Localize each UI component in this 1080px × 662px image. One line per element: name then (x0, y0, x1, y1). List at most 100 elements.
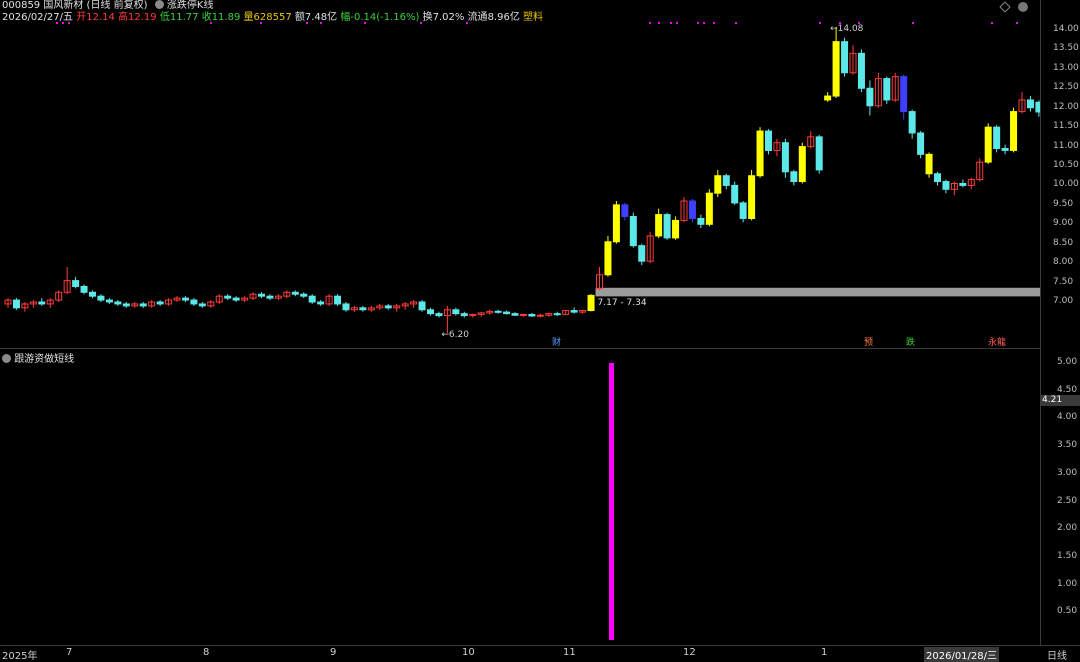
candle-body (553, 313, 561, 316)
candle-body (435, 313, 443, 317)
candle-body (266, 295, 274, 299)
candle-body (105, 299, 113, 303)
price-tick: 9.50 (1053, 198, 1074, 209)
candle-body (621, 204, 629, 218)
price-tick: 11.00 (1053, 140, 1079, 151)
sub-tick: 3.00 (1057, 467, 1078, 478)
sub-tick: 0.50 (1057, 606, 1078, 617)
candle-body (156, 301, 164, 305)
kline-chart[interactable]: ←14.08 ←6.20 7.17 - 7.34 财 预 跌 永龍 (0, 0, 1080, 659)
candle-body (748, 175, 756, 219)
sub-settings-icon[interactable] (2, 354, 11, 363)
candle-body (114, 301, 122, 305)
candle-body (359, 307, 367, 311)
candle-body (714, 175, 722, 194)
candle-body (570, 310, 578, 313)
quote-header: 000859 国风新材 (日线 前复权) 涨跌停K线 2026/02/27/五 … (0, 0, 1040, 24)
candle-body (317, 301, 325, 305)
volume-label: 量 (243, 12, 254, 23)
candle-body (697, 217, 705, 225)
flag-cai: 财 (552, 336, 561, 348)
candle-body (198, 303, 206, 307)
sub-tick: 1.00 (1057, 578, 1078, 589)
price-tick: 14.00 (1053, 24, 1079, 34)
sub-tick: 1.50 (1057, 550, 1078, 561)
price-tick: 10.50 (1053, 160, 1079, 170)
price-tick: 9.00 (1053, 218, 1074, 229)
window-button-icon[interactable] (1018, 2, 1028, 12)
price-tick: 7.50 (1053, 276, 1074, 287)
candle-body (917, 132, 925, 155)
sub-tick: 3.50 (1057, 440, 1078, 451)
sub-tick: 2.00 (1057, 523, 1078, 534)
close-label: 收 (201, 12, 212, 23)
sub-tick: 4.00 (1057, 412, 1078, 423)
candle-body (258, 293, 265, 297)
low-value: 11.77 (169, 12, 199, 23)
time-tick: 9 (330, 647, 337, 658)
candle-body (334, 295, 342, 305)
candle-body (97, 295, 105, 301)
candle-body (536, 314, 544, 317)
candle-body (12, 299, 20, 309)
candle-body (528, 313, 536, 317)
candle-body (798, 146, 806, 183)
period-label: (日线 前复权) (86, 0, 148, 11)
indicator-name[interactable]: 涨跌停K线 (167, 0, 214, 11)
candle-body (122, 303, 130, 307)
candle-body (519, 313, 527, 316)
open-label: 开 (76, 12, 87, 23)
change-value: -0.14(-1.16%) (350, 12, 420, 23)
sub-panel-title[interactable]: 跟游资做短线 (14, 354, 74, 365)
candle-body (224, 295, 232, 299)
price-axis: 14.00 13.50 13.00 12.50 12.00 11.50 11.00 10.50… (1040, 0, 1080, 645)
price-tick: 13.00 (1053, 62, 1079, 73)
candle-body (705, 192, 713, 225)
candle-body (38, 301, 46, 305)
settings-gear-icon[interactable] (154, 0, 164, 9)
time-tick: 1 (821, 647, 828, 658)
candle-body (883, 78, 891, 101)
volume-value: 628557 (253, 12, 292, 23)
sector-tag[interactable]: 塑料 (523, 12, 543, 23)
candle-body (139, 303, 147, 307)
candle-body (942, 181, 950, 190)
low-label: 低 (159, 12, 170, 23)
candle-body (739, 202, 747, 219)
candle-body (300, 293, 308, 297)
price-tick: 10.00 (1053, 179, 1079, 190)
candle-body (181, 297, 189, 301)
high-label: 高 (118, 12, 129, 23)
candle-body (857, 52, 865, 89)
fund-signal-bar (609, 363, 614, 640)
time-tick: 12 (683, 647, 696, 658)
candle-body (824, 95, 832, 101)
time-axis: 2025年 7 8 9 10 11 12 1 2026/01/28/三 日线 (0, 645, 1080, 662)
float-label: 流通 (467, 12, 488, 23)
stock-name[interactable]: 000859 国风新材 (2, 0, 83, 11)
amount-label: 额 (294, 12, 305, 23)
change-label: 幅 (340, 12, 351, 23)
price-tick: 12.00 (1053, 101, 1079, 112)
panel-divider[interactable] (0, 348, 1040, 349)
price-tick: 7.00 (1053, 296, 1074, 306)
candle-body (80, 285, 88, 293)
low-price-label: ←6.20 (441, 330, 469, 340)
candle-body (781, 142, 789, 173)
price-tick: 13.50 (1053, 43, 1079, 54)
gap-band (595, 287, 1040, 297)
time-tick: 11 (563, 647, 576, 658)
sub-tick: 2.50 (1057, 495, 1078, 506)
candle-body (790, 171, 798, 183)
candle-body (1026, 99, 1034, 109)
flag-die: 跌 (906, 337, 915, 348)
period-switch-button[interactable]: 日线 (1047, 647, 1067, 662)
sub-panel-header: 跟游资做短线 (2, 350, 74, 365)
candle-body (866, 87, 874, 107)
sub-current-value: 4.21 (1040, 395, 1080, 406)
candle-body (655, 214, 663, 237)
candle-body (925, 153, 933, 175)
candle-body (308, 295, 316, 303)
sub-tick: 5.00 (1057, 357, 1078, 367)
candlestick-plot[interactable]: ←14.08 ←6.20 7.17 - 7.34 财 预 跌 永龍 (0, 0, 1040, 645)
